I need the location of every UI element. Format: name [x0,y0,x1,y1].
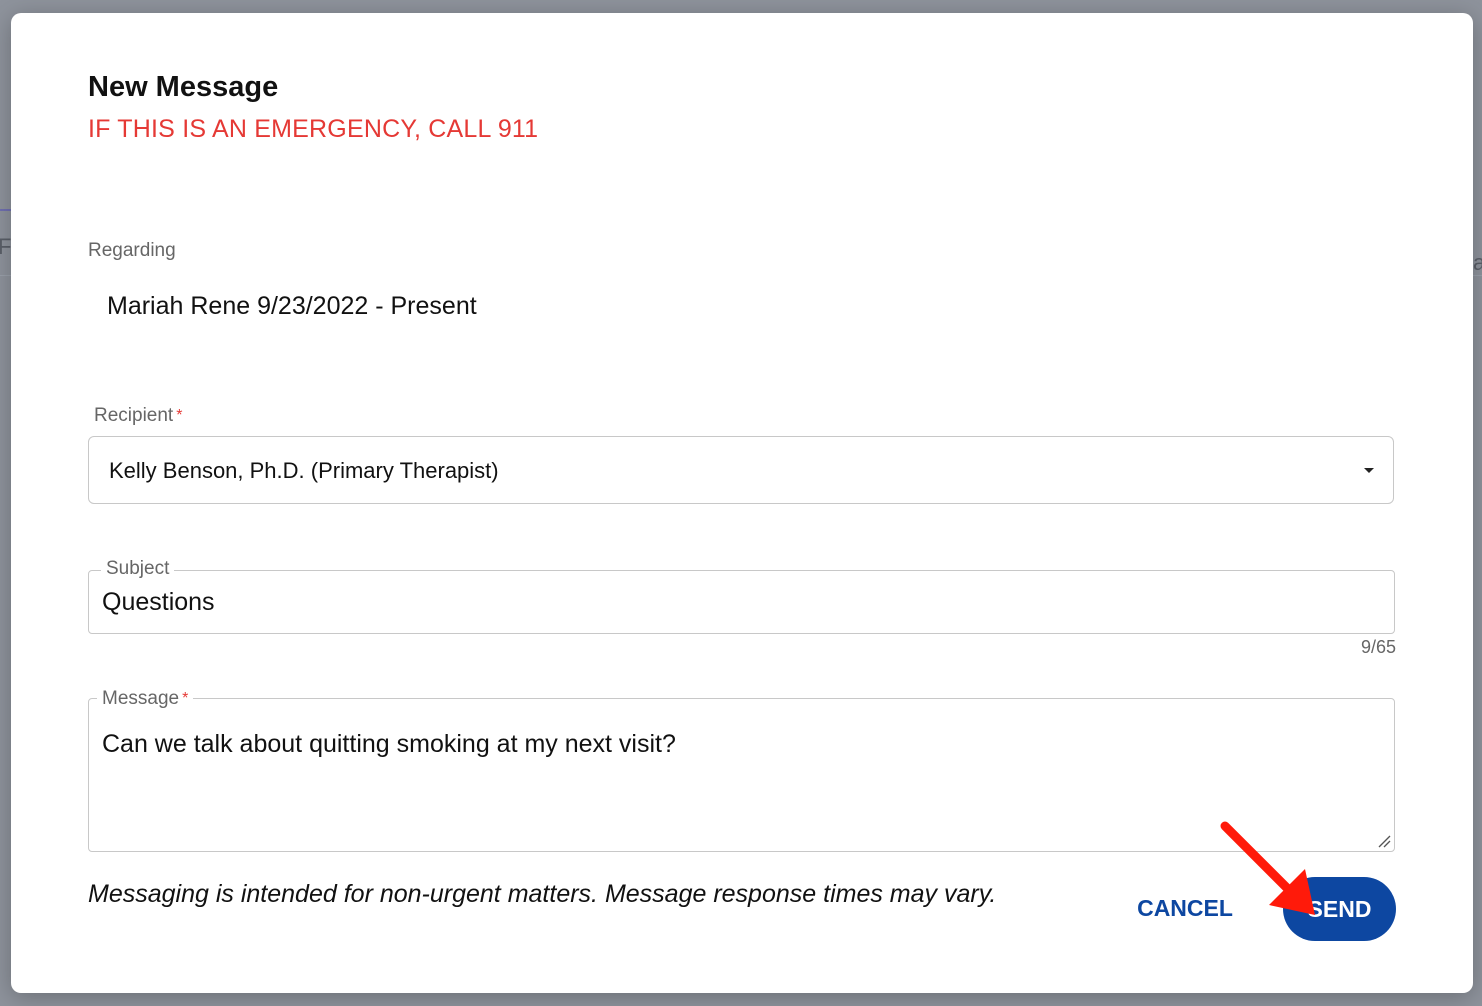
caret-down-icon [1364,468,1374,473]
regarding-value: Mariah Rene 9/23/2022 - Present [107,292,477,320]
recipient-selected-value: Kelly Benson, Ph.D. (Primary Therapist) [109,458,499,483]
message-label-text: Message [102,688,180,709]
recipient-label-text: Recipient [94,405,174,426]
required-asterisk: * [182,690,189,707]
red-arrow-icon [1220,821,1315,915]
subject-field[interactable]: Questions [88,570,1395,634]
message-field[interactable]: Can we talk about quitting smoking at my… [88,698,1395,852]
regarding-label: Regarding [88,240,176,261]
recipient-label: Recipient * [89,405,188,427]
subject-input-value: Questions [102,588,215,616]
new-message-dialog: New Message IF THIS IS AN EMERGENCY, CAL… [11,13,1473,993]
subject-label: Subject [101,558,175,580]
background-text-fragment-left: Fr [0,234,11,259]
emergency-notice: IF THIS IS AN EMERGENCY, CALL 911 [88,115,539,143]
dialog-title: New Message [88,71,279,103]
background-divider-right [1473,275,1482,276]
message-textarea-value: Can we talk about quitting smoking at my… [102,730,676,758]
message-label: Message * [97,688,194,710]
disclaimer-text: Messaging is intended for non-urgent mat… [88,880,997,908]
background-tab-underline [0,209,11,211]
required-asterisk: * [176,407,183,424]
recipient-select[interactable]: Kelly Benson, Ph.D. (Primary Therapist) [88,436,1394,504]
resize-handle-icon[interactable] [1377,834,1391,848]
background-divider [0,275,11,276]
background-text-fragment-right: ai [1473,250,1482,275]
subject-character-counter: 9/65 [1360,637,1396,657]
